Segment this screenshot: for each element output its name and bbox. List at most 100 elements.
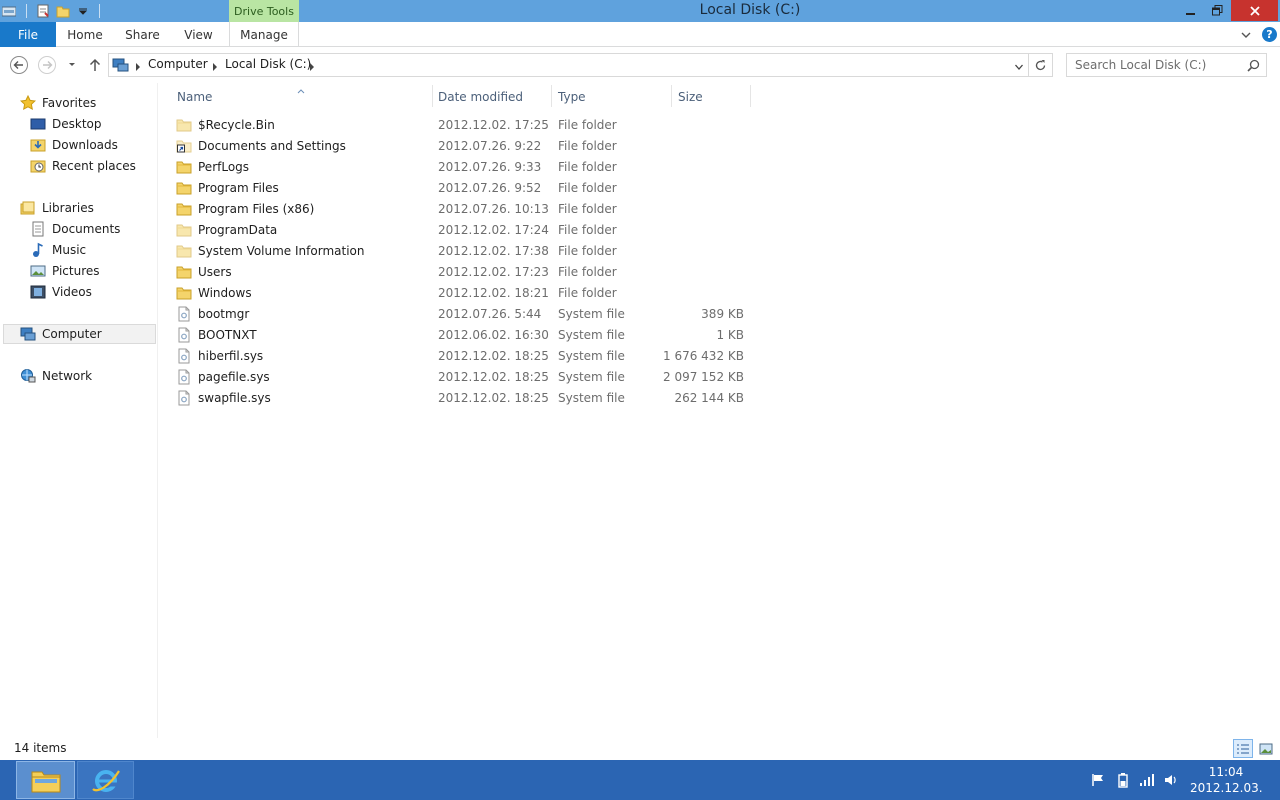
file-date-modified: 2012.12.02. 17:38 <box>438 244 549 258</box>
new-folder-icon[interactable] <box>55 3 71 19</box>
file-row[interactable]: PerfLogs 2012.07.26. 9:33 File folder <box>176 157 756 178</box>
column-header-date[interactable]: Date modified <box>438 87 523 107</box>
downloads-icon <box>30 137 46 153</box>
nav-downloads[interactable]: Downloads <box>30 135 118 155</box>
column-divider[interactable] <box>432 85 433 107</box>
qat-separator <box>26 4 27 18</box>
file-row[interactable]: hiberfil.sys 2012.12.02. 18:25 System file… <box>176 346 756 367</box>
tab-home[interactable]: Home <box>56 22 114 47</box>
file-date-modified: 2012.12.02. 18:25 <box>438 349 549 363</box>
file-row[interactable]: System Volume Information 2012.12.02. 17:… <box>176 241 756 262</box>
nav-music[interactable]: Music <box>30 240 86 260</box>
nav-documents[interactable]: Documents <box>30 219 120 239</box>
up-arrow-icon <box>89 58 101 71</box>
minimize-button[interactable] <box>1178 0 1204 21</box>
breadcrumb-separator-icon[interactable] <box>211 61 219 71</box>
file-row[interactable]: Program Files 2012.07.26. 9:52 File folder <box>176 178 756 199</box>
file-date-modified: 2012.07.26. 5:44 <box>438 307 542 321</box>
restore-button[interactable] <box>1204 0 1231 21</box>
nav-favorites[interactable]: Favorites <box>20 93 96 113</box>
file-row[interactable]: BOOTNXT 2012.06.02. 16:30 System file 1 KB <box>176 325 756 346</box>
file-row[interactable]: Windows 2012.12.02. 18:21 File folder <box>176 283 756 304</box>
file-type: File folder <box>558 286 617 300</box>
tab-manage[interactable]: Manage <box>229 22 299 47</box>
computer-small-icon <box>112 57 130 76</box>
file-size: 1 676 432 KB <box>663 349 744 363</box>
nav-desktop[interactable]: Desktop <box>30 114 102 134</box>
nav-videos[interactable]: Videos <box>30 282 92 302</box>
desktop-icon <box>30 116 46 132</box>
file-row[interactable]: Program Files (x86) 2012.07.26. 10:13 File… <box>176 199 756 220</box>
taskbar-file-explorer-button[interactable] <box>16 761 75 799</box>
navigation-pane: Favorites Desktop Downloads Recent place… <box>0 83 158 738</box>
nav-network-label: Network <box>42 369 93 383</box>
customize-qat-chevron-icon[interactable] <box>75 3 91 19</box>
details-view-button[interactable] <box>1233 739 1253 758</box>
tab-share[interactable]: Share <box>114 22 171 47</box>
details-view-icon <box>1237 744 1249 753</box>
network-signal-icon[interactable] <box>1139 772 1155 788</box>
tab-view[interactable]: View <box>171 22 226 47</box>
address-bar[interactable]: Computer Local Disk (C:) <box>108 53 1029 77</box>
file-type: File folder <box>558 118 617 132</box>
back-button[interactable] <box>9 55 29 75</box>
column-header-size[interactable]: Size <box>678 87 703 107</box>
system-clock[interactable]: 11:04 2012.12.03. <box>1190 764 1263 796</box>
search-box[interactable]: Search Local Disk (C:) <box>1066 53 1267 77</box>
forward-button[interactable] <box>37 55 57 75</box>
taskbar-internet-explorer-button[interactable] <box>77 761 134 799</box>
file-row[interactable]: pagefile.sys 2012.12.02. 18:25 System file… <box>176 367 756 388</box>
help-icon[interactable]: ? <box>1262 27 1277 42</box>
file-row[interactable]: Users 2012.12.02. 17:23 File folder <box>176 262 756 283</box>
address-history-chevron-icon[interactable] <box>1014 61 1024 71</box>
folder-hidden-icon <box>176 117 192 133</box>
column-header-name[interactable]: Name <box>177 87 212 107</box>
column-divider[interactable] <box>551 85 552 107</box>
breadcrumb-computer[interactable]: Computer <box>148 57 208 71</box>
breadcrumb-separator-icon[interactable] <box>308 61 316 71</box>
up-button[interactable] <box>85 55 105 75</box>
properties-icon[interactable] <box>35 3 51 19</box>
recent-places-icon <box>30 158 46 174</box>
nav-computer[interactable]: Computer <box>3 324 156 344</box>
refresh-button[interactable] <box>1029 53 1053 77</box>
file-row[interactable]: ProgramData 2012.12.02. 17:24 File folder <box>176 220 756 241</box>
file-row[interactable]: $Recycle.Bin 2012.12.02. 17:25 File folder <box>176 115 756 136</box>
column-divider[interactable] <box>750 85 751 107</box>
nav-pictures[interactable]: Pictures <box>30 261 100 281</box>
documents-icon <box>30 221 46 237</box>
search-placeholder: Search Local Disk (C:) <box>1075 58 1207 72</box>
recent-locations-button[interactable] <box>62 55 82 75</box>
nav-recent-places[interactable]: Recent places <box>30 156 136 176</box>
tab-file[interactable]: File <box>0 22 56 47</box>
breadcrumb-local-disk[interactable]: Local Disk (C:) <box>225 57 311 71</box>
search-icon[interactable] <box>1247 59 1260 72</box>
system-file-icon <box>176 390 192 406</box>
taskbar: 11:04 2012.12.03. <box>0 760 1280 800</box>
nav-network[interactable]: Network <box>20 366 92 386</box>
column-divider[interactable] <box>671 85 672 107</box>
breadcrumb-separator-icon[interactable] <box>134 61 142 71</box>
file-type: System file <box>558 370 625 384</box>
close-button[interactable] <box>1231 0 1278 21</box>
large-icons-view-button[interactable] <box>1256 739 1276 758</box>
file-row[interactable]: bootmgr 2012.07.26. 5:44 System file 389 KB <box>176 304 756 325</box>
navigation-row: Computer Local Disk (C:) Search Local Di… <box>0 47 1280 83</box>
volume-icon[interactable] <box>1163 772 1179 788</box>
clock-time: 11:04 <box>1208 765 1244 779</box>
item-count: 14 items <box>14 741 67 755</box>
nav-libraries[interactable]: Libraries <box>20 198 94 218</box>
expand-ribbon-icon[interactable] <box>1239 28 1253 42</box>
folder-hidden-icon <box>176 243 192 259</box>
power-icon[interactable] <box>1115 772 1131 788</box>
file-size: 1 KB <box>716 328 744 342</box>
qat-separator <box>99 4 100 18</box>
file-row[interactable]: Documents and Settings 2012.07.26. 9:22 Fi… <box>176 136 756 157</box>
file-size: 262 144 KB <box>674 391 744 405</box>
column-header-type[interactable]: Type <box>558 87 586 107</box>
window-system-icon[interactable] <box>1 4 17 18</box>
file-name: bootmgr <box>198 307 250 321</box>
forward-arrow-icon <box>38 56 56 74</box>
file-row[interactable]: swapfile.sys 2012.12.02. 18:25 System file… <box>176 388 756 409</box>
action-center-flag-icon[interactable] <box>1090 772 1106 788</box>
